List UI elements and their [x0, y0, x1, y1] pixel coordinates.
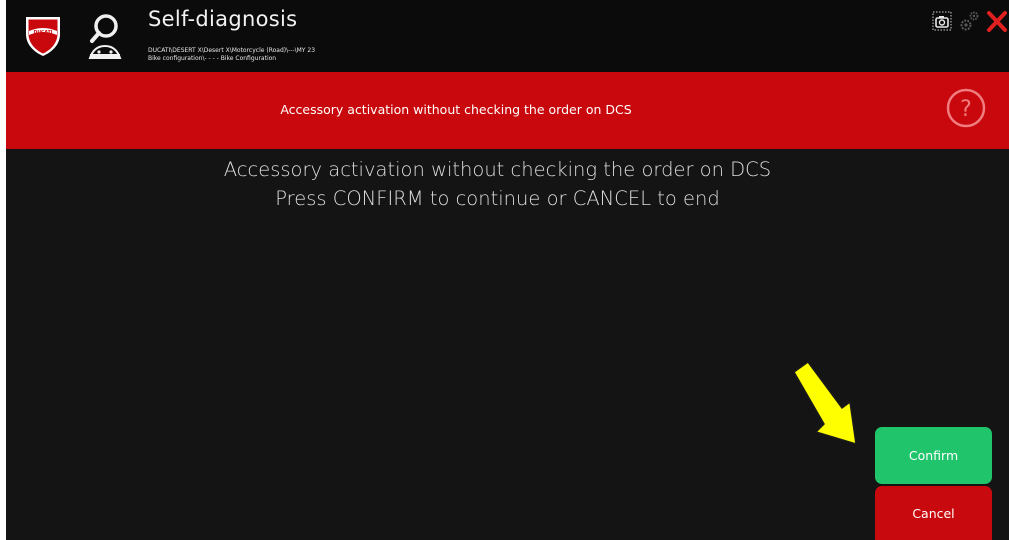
- breadcrumb-vehicle-path: DUCATI\DESERT X\Desert X\Motorcycle (Roa…: [148, 47, 316, 54]
- instruction-line-1: Accessory activation without checking th…: [223, 158, 772, 181]
- settings-gears-icon[interactable]: [958, 10, 980, 32]
- confirm-button[interactable]: Confirm: [875, 427, 992, 484]
- help-question-icon[interactable]: ?: [946, 88, 986, 128]
- ducati-logo: DUCATI: [26, 17, 60, 56]
- help-question-mark: ?: [960, 97, 972, 122]
- header-bar: DUCATI Self-diagnosis DUCATI\DESERT X\De…: [6, 0, 1009, 72]
- app-window: DUCATI Self-diagnosis DUCATI\DESERT X\De…: [6, 0, 1009, 540]
- close-icon[interactable]: [985, 8, 1009, 34]
- pointer-arrow-icon: [793, 360, 857, 446]
- function-banner: Accessory activation without checking th…: [6, 72, 1009, 149]
- logo-text: DUCATI: [34, 30, 53, 36]
- breadcrumb-function-path: Bike configuration\- - - - Bike Configur…: [148, 55, 277, 62]
- page-title: Self-diagnosis: [148, 7, 298, 31]
- instruction-line-2: Press CONFIRM to continue or CANCEL to e…: [275, 187, 720, 210]
- banner-title: Accessory activation without checking th…: [280, 102, 632, 117]
- screenshot-icon[interactable]: [931, 10, 953, 32]
- diagnosis-magnifier-icon: [88, 14, 122, 59]
- cancel-button[interactable]: Cancel: [875, 486, 992, 540]
